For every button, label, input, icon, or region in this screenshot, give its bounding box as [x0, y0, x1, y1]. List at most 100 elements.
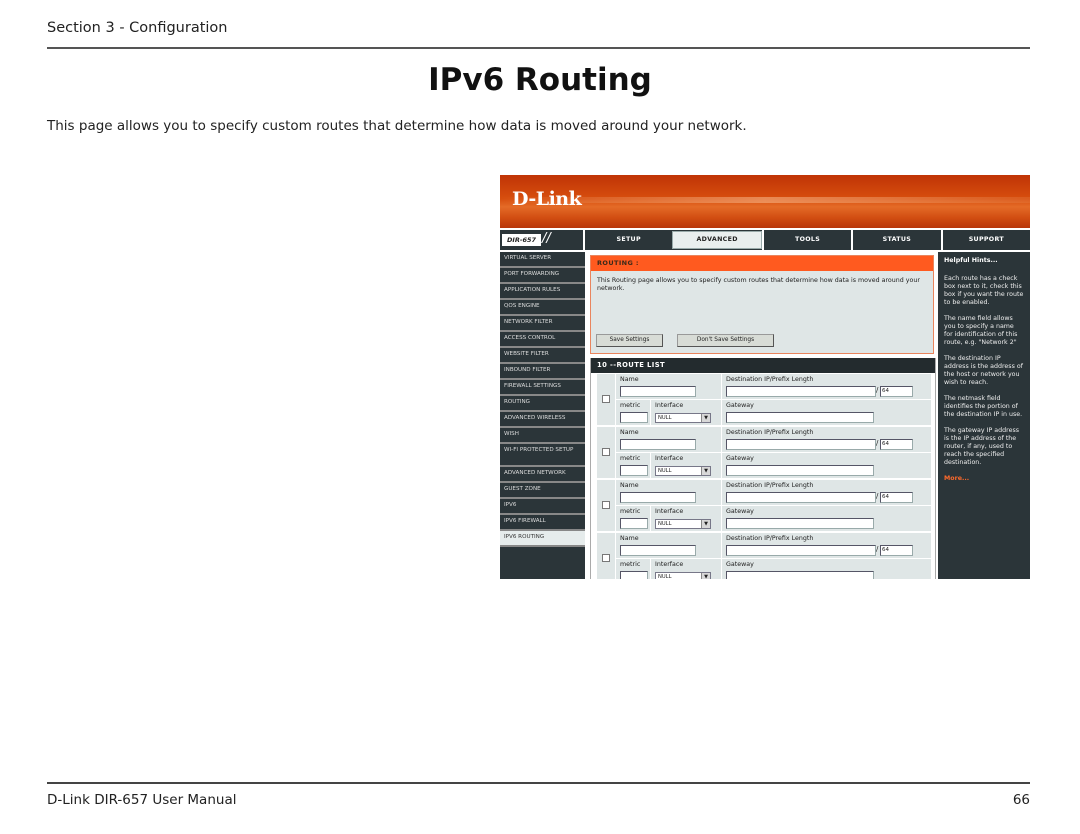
route-name-input[interactable]	[620, 545, 696, 556]
slash-decoration: //	[542, 231, 551, 246]
metric-label: metric	[620, 455, 641, 462]
interface-select[interactable]: NULL ▼	[655, 572, 711, 579]
tab-advanced[interactable]: ADVANCED	[672, 231, 762, 249]
sidebar-item-ipv6-firewall[interactable]: IPV6 FIREWALL	[500, 515, 585, 531]
model-label: DIR-657	[502, 234, 542, 246]
route-name-input[interactable]	[620, 386, 696, 397]
route-row: Name Destination IP/Prefix Length /64 metri…	[597, 426, 931, 479]
dropdown-arrow-icon[interactable]: ▼	[701, 520, 710, 528]
name-label: Name	[620, 482, 639, 489]
sidebar-item-website-filter[interactable]: WEBSITE FILTER	[500, 348, 585, 364]
destination-ip-input[interactable]	[726, 439, 876, 450]
interface-select[interactable]: NULL ▼	[655, 413, 711, 423]
sidebar-item-advanced-wireless[interactable]: ADVANCED WIRELESS	[500, 412, 585, 428]
route-row: Name Destination IP/Prefix Length /64 metri…	[597, 532, 931, 579]
route-row: Name Destination IP/Prefix Length /64 metri…	[597, 373, 931, 426]
prefix-length-input[interactable]: 64	[880, 492, 913, 503]
sidebar-item-application-rules[interactable]: APPLICATION RULES	[500, 284, 585, 300]
interface-select[interactable]: NULL ▼	[655, 519, 711, 529]
prefix-separator: /	[876, 386, 879, 394]
interface-cell: Interface NULL ▼	[651, 453, 721, 478]
sidebar-item-wps[interactable]: WI-FI PROTECTED SETUP	[500, 444, 585, 467]
dropdown-arrow-icon[interactable]: ▼	[701, 573, 710, 579]
prefix-separator: /	[876, 439, 879, 447]
sidebar-item-network-filter[interactable]: NETWORK FILTER	[500, 316, 585, 332]
interface-value: NULL	[658, 574, 672, 579]
sidebar-item-port-forwarding[interactable]: PORT FORWARDING	[500, 268, 585, 284]
tab-setup[interactable]: SETUP	[583, 230, 672, 250]
bottom-rule	[47, 782, 1030, 784]
route-name-input[interactable]	[620, 492, 696, 503]
routing-description: This Routing page allows you to specify …	[597, 277, 920, 292]
route-enable-checkbox[interactable]	[602, 448, 610, 456]
route-list-heading: 10 --ROUTE LIST	[591, 358, 935, 373]
interface-value: NULL	[658, 415, 672, 421]
route-row-top: Name Destination IP/Prefix Length /64	[616, 533, 931, 558]
destination-cell: Destination IP/Prefix Length /64	[722, 374, 931, 399]
interface-cell: Interface NULL ▼	[651, 559, 721, 579]
metric-cell: metric	[616, 506, 650, 531]
route-enable-checkbox[interactable]	[602, 554, 610, 562]
prefix-separator: /	[876, 492, 879, 500]
route-enable-checkbox[interactable]	[602, 395, 610, 403]
metric-cell: metric	[616, 400, 650, 425]
dlink-banner: D-Link	[500, 175, 1030, 228]
sidebar-item-routing[interactable]: ROUTING	[500, 396, 585, 412]
sidebar-item-firewall-settings[interactable]: FIREWALL SETTINGS	[500, 380, 585, 396]
destination-cell: Destination IP/Prefix Length /64	[722, 427, 931, 452]
more-link[interactable]: More...	[944, 475, 1024, 483]
dont-save-settings-button[interactable]: Don't Save Settings	[677, 334, 774, 347]
metric-input[interactable]	[620, 518, 648, 529]
name-label: Name	[620, 376, 639, 383]
prefix-length-input[interactable]: 64	[880, 439, 913, 450]
metric-input[interactable]	[620, 465, 648, 476]
sidebar-item-advanced-network[interactable]: ADVANCED NETWORK	[500, 467, 585, 483]
route-list-box: 10 --ROUTE LIST Name Destination IP/Prefi…	[590, 358, 936, 579]
gateway-cell: Gateway	[722, 400, 931, 425]
prefix-separator: /	[876, 545, 879, 553]
metric-input[interactable]	[620, 412, 648, 423]
gateway-input[interactable]	[726, 518, 874, 529]
sidebar-item-wish[interactable]: WISH	[500, 428, 585, 444]
dropdown-arrow-icon[interactable]: ▼	[701, 467, 710, 475]
name-cell: Name	[616, 374, 721, 399]
gateway-cell: Gateway	[722, 559, 931, 579]
destination-label: Destination IP/Prefix Length	[726, 482, 814, 489]
destination-cell: Destination IP/Prefix Length /64	[722, 533, 931, 558]
destination-ip-input[interactable]	[726, 386, 876, 397]
tab-tools[interactable]: TOOLS	[761, 230, 851, 250]
tab-status[interactable]: STATUS	[851, 230, 940, 250]
sidebar-item-ipv6[interactable]: IPV6	[500, 499, 585, 515]
sidebar-item-access-control[interactable]: ACCESS CONTROL	[500, 332, 585, 348]
destination-label: Destination IP/Prefix Length	[726, 535, 814, 542]
tab-support[interactable]: SUPPORT	[940, 230, 1030, 250]
sidebar-item-ipv6-routing[interactable]: IPV6 ROUTING	[500, 531, 585, 547]
sidebar-item-guest-zone[interactable]: GUEST ZONE	[500, 483, 585, 499]
gateway-input[interactable]	[726, 412, 874, 423]
routing-heading: ROUTING :	[591, 256, 933, 271]
hint-text: The netmask field identifies the portion…	[944, 395, 1023, 418]
interface-cell: Interface NULL ▼	[651, 400, 721, 425]
sidebar-item-qos-engine[interactable]: QOS ENGINE	[500, 300, 585, 316]
name-label: Name	[620, 429, 639, 436]
gateway-label: Gateway	[726, 455, 754, 462]
prefix-length-input[interactable]: 64	[880, 386, 913, 397]
dropdown-arrow-icon[interactable]: ▼	[701, 414, 710, 422]
metric-input[interactable]	[620, 571, 648, 579]
top-nav: DIR-657 // SETUP ADVANCED TOOLS STATUS S…	[500, 230, 1030, 250]
name-cell: Name	[616, 480, 721, 505]
sidebar-item-virtual-server[interactable]: VIRTUAL SERVER	[500, 252, 585, 268]
save-settings-button[interactable]: Save Settings	[596, 334, 663, 347]
route-enable-checkbox[interactable]	[602, 501, 610, 509]
prefix-length-input[interactable]: 64	[880, 545, 913, 556]
hint-text: The gateway IP address is the IP address…	[944, 427, 1020, 466]
route-name-input[interactable]	[620, 439, 696, 450]
sidebar-item-inbound-filter[interactable]: INBOUND FILTER	[500, 364, 585, 380]
dlink-logo: D-Link	[512, 188, 582, 210]
destination-ip-input[interactable]	[726, 492, 876, 503]
interface-label: Interface	[655, 455, 684, 462]
interface-select[interactable]: NULL ▼	[655, 466, 711, 476]
gateway-input[interactable]	[726, 465, 874, 476]
gateway-input[interactable]	[726, 571, 874, 579]
destination-ip-input[interactable]	[726, 545, 876, 556]
